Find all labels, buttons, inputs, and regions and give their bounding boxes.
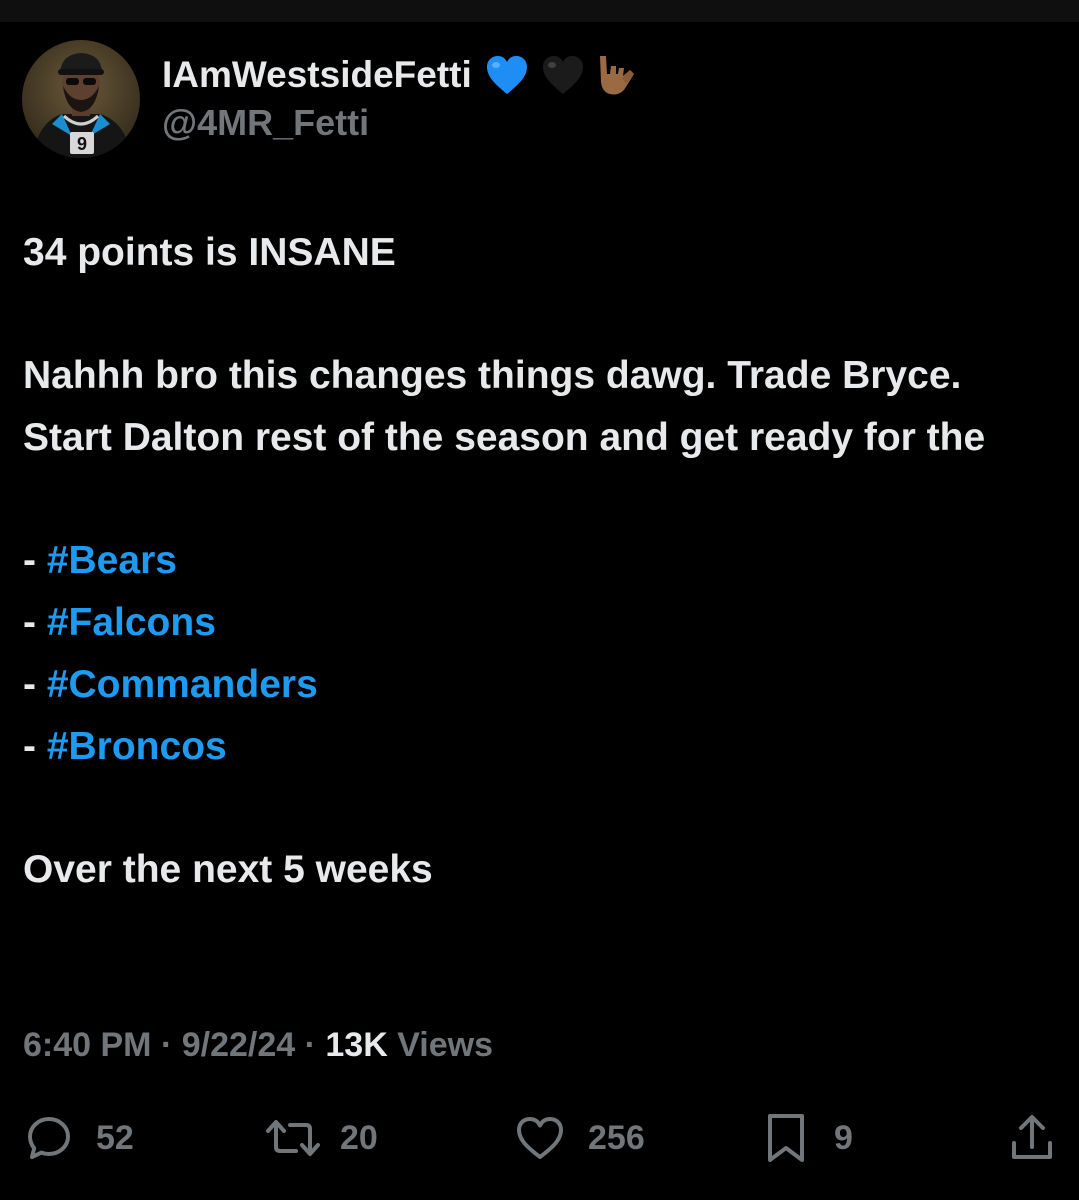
bookmark-button[interactable]: 9 xyxy=(764,1108,853,1168)
share-icon xyxy=(1012,1115,1052,1159)
avatar[interactable]: 9 xyxy=(22,40,140,158)
meta-separator: · xyxy=(295,1026,326,1064)
like-count: 256 xyxy=(588,1118,645,1157)
love-you-gesture-icon xyxy=(592,52,638,98)
bookmark-icon xyxy=(768,1114,804,1162)
display-name[interactable]: IAmWestsideFetti xyxy=(162,54,472,96)
tweet-meta: 6:40 PM · 9/22/24 · 13K Views xyxy=(23,1026,493,1065)
action-bar: 52 20 256 9 xyxy=(0,1108,1079,1168)
tweet-time[interactable]: 6:40 PM xyxy=(23,1026,152,1064)
hashtag-list-item: - #Bears xyxy=(23,530,1053,592)
share-button[interactable] xyxy=(1008,1108,1056,1168)
heart-icon xyxy=(517,1117,563,1159)
tweet-date[interactable]: 9/22/24 xyxy=(182,1026,295,1064)
hashtag-list-item: - #Broncos xyxy=(23,716,1053,778)
views-count[interactable]: 13K xyxy=(325,1026,387,1064)
author-name-row: IAmWestsideFetti xyxy=(162,50,638,100)
hashtag-list-item: - #Commanders xyxy=(23,654,1053,716)
tweet-body: 34 points is INSANE Nahhh bro this chang… xyxy=(23,222,1053,901)
bookmark-count: 9 xyxy=(834,1118,853,1157)
top-strip xyxy=(0,0,1079,22)
hashtag-link-bears[interactable]: #Bears xyxy=(47,539,177,582)
meta-separator: · xyxy=(151,1026,182,1064)
tweet-line-1: 34 points is INSANE xyxy=(23,231,396,274)
tweet-closing: Over the next 5 weeks xyxy=(23,847,433,891)
like-button[interactable]: 256 xyxy=(514,1108,645,1168)
tweet-paragraph-2: Nahhh bro this changes things dawg. Trad… xyxy=(23,354,986,460)
hashtag-link-broncos[interactable]: #Broncos xyxy=(47,725,227,768)
retweet-icon xyxy=(266,1120,320,1156)
views-label[interactable]: Views xyxy=(388,1026,493,1064)
hashtag-link-commanders[interactable]: #Commanders xyxy=(47,663,318,706)
retweet-button[interactable]: 20 xyxy=(264,1108,378,1168)
avatar-jersey-number: 9 xyxy=(77,134,87,154)
retweet-count: 20 xyxy=(340,1118,378,1157)
reply-count: 52 xyxy=(96,1118,134,1157)
list-dash: - xyxy=(23,662,47,706)
avatar-image: 9 xyxy=(22,40,140,158)
reply-button[interactable]: 52 xyxy=(24,1108,134,1168)
reply-icon xyxy=(28,1117,70,1159)
black-heart-icon xyxy=(540,52,586,98)
list-dash: - xyxy=(23,601,47,645)
hashtag-list-item: - #Falcons xyxy=(23,592,1053,654)
list-dash: - xyxy=(23,724,47,768)
list-dash: - xyxy=(23,539,47,583)
blue-heart-icon xyxy=(484,52,530,98)
author-handle[interactable]: @4MR_Fetti xyxy=(162,102,369,144)
hashtag-link-falcons[interactable]: #Falcons xyxy=(47,601,216,644)
